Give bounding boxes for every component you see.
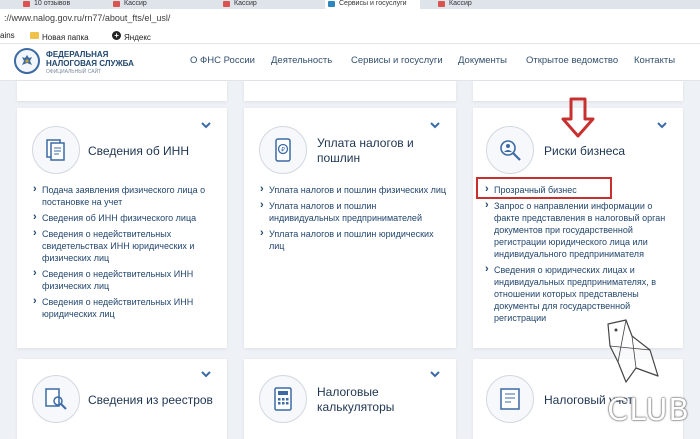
- chevron-down-icon[interactable]: [201, 122, 211, 129]
- browser-tab-bar: 10 отзывов Кассир Кассир Сервисы и госус…: [0, 0, 700, 9]
- origami-bird-watermark-icon: [607, 319, 659, 383]
- tab-favicon: [438, 1, 445, 7]
- tab-favicon: [223, 1, 230, 7]
- address-bar[interactable]: ://www.nalog.gov.ru/rn77/about_fts/el_us…: [0, 9, 700, 30]
- nav-open-agency[interactable]: Открытое ведомство: [526, 55, 618, 66]
- svg-text:₽: ₽: [281, 147, 285, 154]
- url-text: ://www.nalog.gov.ru/rn77/about_fts/el_us…: [4, 13, 171, 23]
- card-title[interactable]: Уплата налогов и пошлин: [317, 136, 414, 166]
- card-upper-middle: [244, 81, 456, 101]
- bookmark-label: Яндекс: [124, 33, 151, 42]
- brand-subtitle: ОФИЦИАЛЬНЫЙ САЙТ: [46, 69, 102, 75]
- list-item-link[interactable]: Подача заявления физического лица о пост…: [32, 183, 217, 208]
- site-header: ФЕДЕРАЛЬНАЯ НАЛОГОВАЯ СЛУЖБА ОФИЦИАЛЬНЫЙ…: [0, 44, 700, 81]
- nav-documents[interactable]: Документы: [458, 55, 507, 66]
- taxes-circle: ₽: [259, 126, 307, 174]
- card-registries: Сведения из реестров: [17, 359, 227, 439]
- tab-favicon: [23, 1, 30, 7]
- list-item-link[interactable]: Сведения о недействительных ИНН юридичес…: [32, 295, 217, 320]
- magnifier-person-icon: [500, 140, 521, 161]
- calculators-circle: [259, 375, 307, 423]
- brand-name[interactable]: ФЕДЕРАЛЬНАЯ НАЛОГОВАЯ СЛУЖБА ОФИЦИАЛЬНЫЙ…: [46, 50, 134, 77]
- card-inn: Сведения об ИНН Подача заявления физичес…: [17, 108, 227, 348]
- card-title[interactable]: Налоговые калькуляторы: [317, 385, 394, 415]
- tab-favicon: [328, 1, 335, 7]
- card-title[interactable]: Сведения об ИНН: [88, 144, 189, 159]
- browser-tab[interactable]: Кассир: [220, 0, 290, 9]
- bookmark-label: Новая папка: [42, 33, 89, 42]
- bookmarks-bar: ains Новая папка + Яндекс: [0, 29, 700, 44]
- chevron-down-icon[interactable]: [430, 371, 440, 378]
- card-business-risks: Риски бизнеса Прозрачный бизнес Запрос о…: [473, 108, 683, 348]
- chevron-down-icon[interactable]: [430, 122, 440, 129]
- card-upper-left: [17, 81, 227, 101]
- card-title[interactable]: Сведения из реестров: [88, 393, 213, 408]
- plus-icon: +: [112, 31, 121, 40]
- accounting-circle: [486, 375, 534, 423]
- calculator-icon: [274, 387, 292, 411]
- browser-tab[interactable]: 10 отзывов: [20, 0, 80, 9]
- eagle-emblem-icon: [22, 55, 32, 65]
- list-item-link[interactable]: Сведения об ИНН физического лица: [32, 211, 217, 224]
- nav-services[interactable]: Сервисы и госуслуги: [351, 55, 443, 66]
- list-item-link[interactable]: Запрос о направлении информации о факте …: [484, 199, 674, 260]
- list-item-link[interactable]: Уплата налогов и пошлин индивидуальных п…: [259, 199, 449, 224]
- list-item-link[interactable]: Уплата налогов и пошлин юридических лиц: [259, 227, 449, 252]
- list-item-link[interactable]: Сведения о юридических лицах и индивидуа…: [484, 263, 674, 324]
- documents-icon: [46, 139, 65, 161]
- title-line: калькуляторы: [317, 400, 395, 414]
- risks-links: Прозрачный бизнес Запрос о направлении и…: [484, 183, 674, 328]
- browser-tab-active[interactable]: Сервисы и госуслуги: [325, 0, 420, 9]
- folder-icon: [30, 32, 39, 39]
- nav-about[interactable]: О ФНС России: [190, 55, 255, 66]
- bookmark-folder[interactable]: Новая папка: [30, 31, 89, 42]
- risks-circle: [486, 126, 534, 174]
- card-calculators: Налоговые калькуляторы: [244, 359, 456, 439]
- brand-line-2: НАЛОГОВАЯ СЛУЖБА: [46, 59, 134, 68]
- registries-circle: [32, 375, 80, 423]
- brand-line-1: ФЕДЕРАЛЬНАЯ: [46, 50, 109, 59]
- title-line: пошлин: [317, 151, 361, 165]
- phone-ruble-icon: ₽: [275, 138, 291, 162]
- nav-activity[interactable]: Деятельность: [271, 55, 332, 66]
- ledger-icon: [500, 388, 520, 410]
- bookmark-yandex[interactable]: + Яндекс: [112, 31, 151, 42]
- chevron-down-icon[interactable]: [657, 122, 667, 129]
- tab-favicon: [113, 1, 120, 7]
- chevron-down-icon[interactable]: [201, 371, 211, 378]
- tab-label: Сервисы и госуслуги: [339, 0, 407, 7]
- tab-label: 10 отзывов: [34, 0, 71, 7]
- bookmark-item[interactable]: ains: [0, 31, 15, 40]
- red-arrow-down-icon: [561, 97, 595, 138]
- browser-tab[interactable]: Кассир: [435, 0, 495, 9]
- taxes-links: Уплата налогов и пошлин физических лиц У…: [259, 183, 449, 256]
- club-watermark: CLUB: [607, 393, 690, 428]
- inn-circle: [32, 126, 80, 174]
- list-item-link[interactable]: Сведения о недействительных ИНН физическ…: [32, 267, 217, 292]
- list-item-link[interactable]: Уплата налогов и пошлин физических лиц: [259, 183, 449, 196]
- highlight-box: [476, 177, 612, 199]
- tab-label: Кассир: [449, 0, 472, 7]
- tab-label: Кассир: [234, 0, 257, 7]
- card-taxes: ₽ Уплата налогов и пошлин Уплата налогов…: [244, 108, 456, 348]
- card-title[interactable]: Риски бизнеса: [544, 144, 625, 159]
- browser-tab[interactable]: Кассир: [110, 0, 170, 9]
- fns-logo-icon[interactable]: [14, 48, 40, 74]
- inn-links: Подача заявления физического лица о пост…: [32, 183, 217, 324]
- document-search-icon: [45, 388, 67, 410]
- title-line: Уплата налогов и: [317, 136, 414, 150]
- tab-label: Кассир: [124, 0, 147, 7]
- nav-contacts[interactable]: Контакты: [634, 55, 675, 66]
- list-item-link[interactable]: Сведения о недействительных свидетельств…: [32, 227, 217, 264]
- title-line: Налоговые: [317, 385, 379, 399]
